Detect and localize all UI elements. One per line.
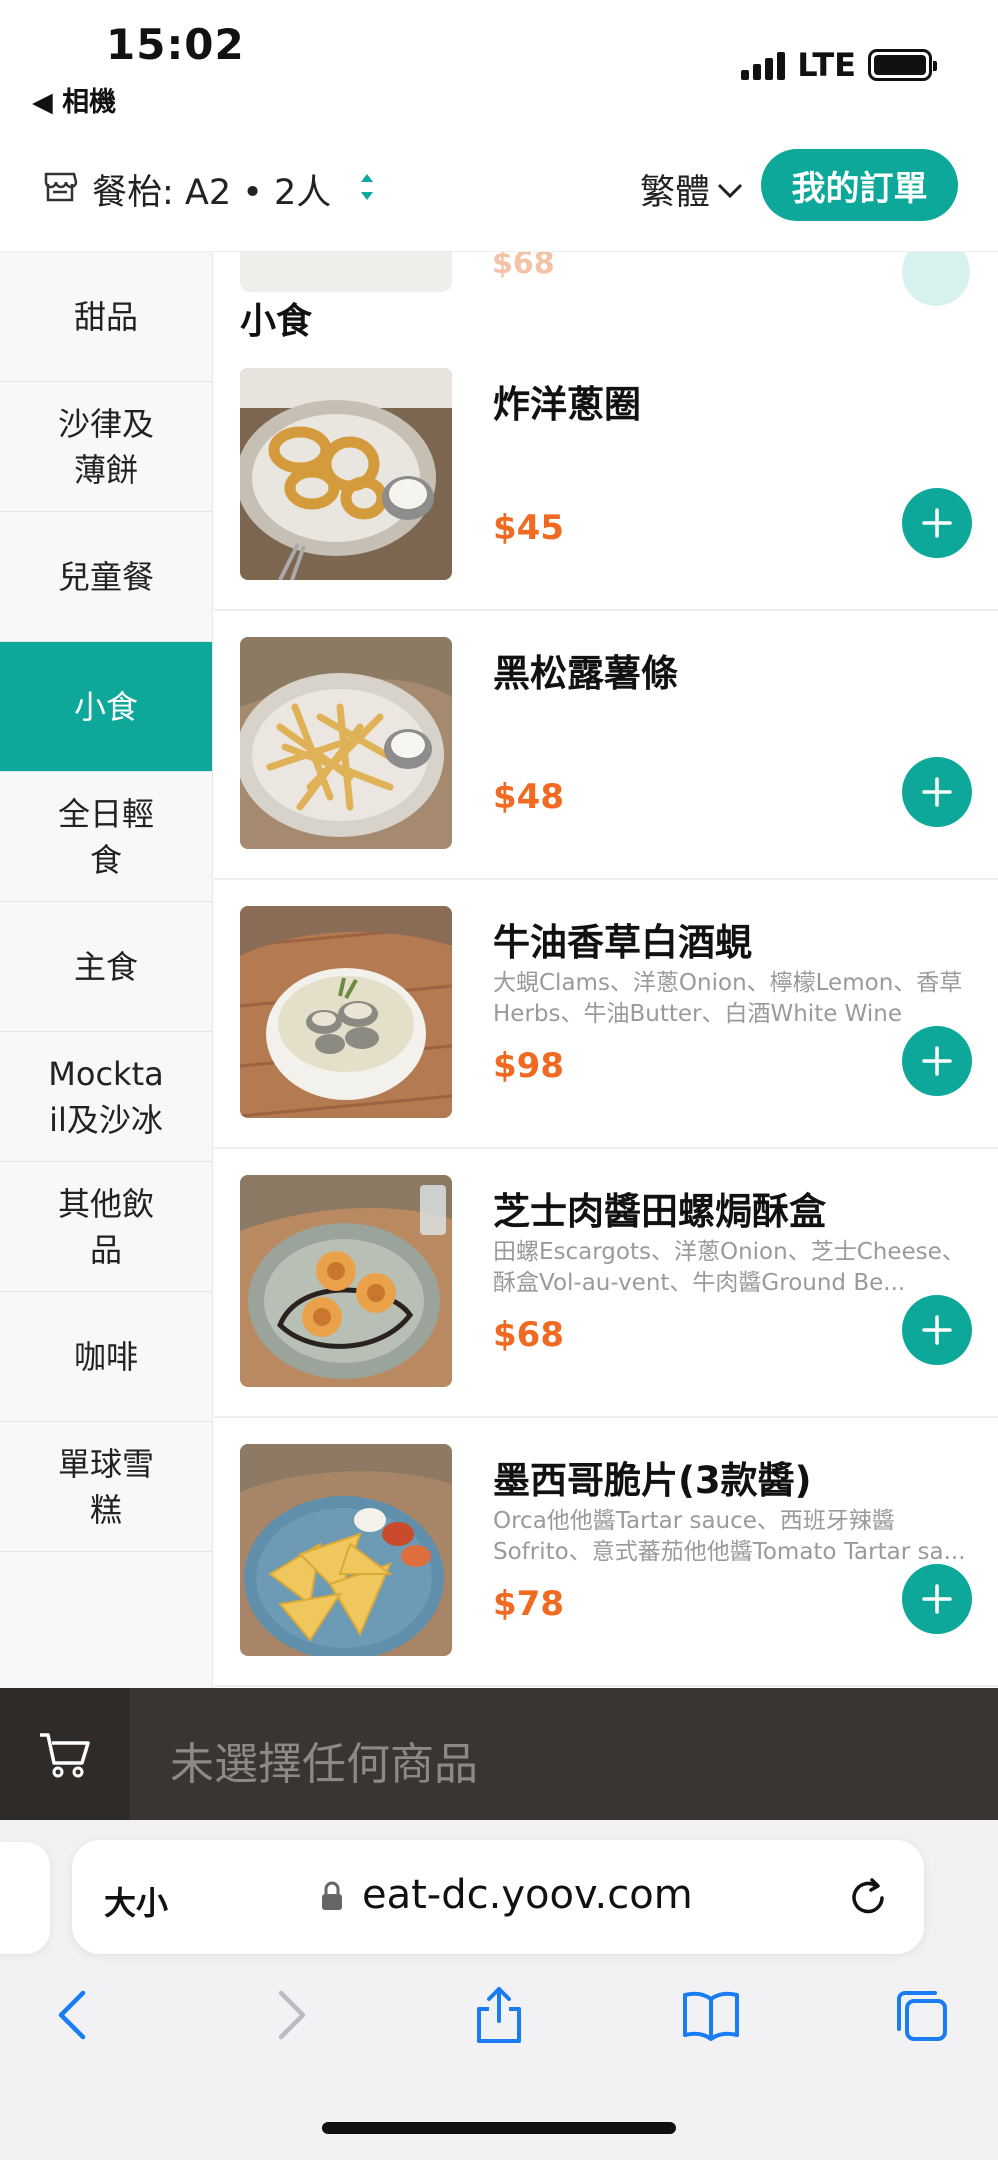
url-text[interactable]: eat-dc.yoov.com [362,1872,693,1918]
menu-item[interactable]: 墨西哥脆片(3款醬) Orca他他醬Tartar sauce、西班牙辣醬Sofr… [214,1418,998,1687]
language-select[interactable]: 繁體 [640,164,744,215]
language-label: 繁體 [640,173,711,213]
my-orders-button[interactable]: 我的訂單 [761,149,958,221]
section-title: 小食 [240,301,313,342]
menu-item-description [493,430,983,492]
category-item[interactable]: 主食 [0,902,212,1032]
category-item[interactable]: 全日輕 食 [0,772,212,902]
category-item[interactable]: 小食 [0,642,212,772]
menu-item-description: Orca他他醬Tartar sauce、西班牙辣醬Sofrito、意式蕃茄他他醬… [493,1508,966,1565]
sort-icon[interactable] [358,170,376,204]
forward-button[interactable] [254,1980,324,2050]
previous-item-add-button[interactable] [902,252,970,306]
home-indicator [322,2122,676,2134]
status-indicators: LTE [741,46,937,84]
category-item[interactable]: Mockta il及沙冰 [0,1032,212,1162]
category-label: 小食 [73,687,138,726]
menu-item-image[interactable] [240,1444,452,1656]
menu-item-price: $68 [493,1315,564,1355]
menu-item-name: 芝士肉醬田螺焗酥盒 [493,1190,826,1233]
back-icon [58,1990,86,2040]
network-label: LTE [797,46,856,84]
menu-item-description: 田螺Escargots、洋蔥Onion、芝士Cheese、酥盒Vol-au-ve… [493,1239,965,1296]
lock-icon [322,1881,342,1910]
category-item[interactable]: 沙律及 薄餅 [0,382,212,512]
add-to-cart-button[interactable] [902,488,972,558]
cart-empty-text: 未選擇任何商品 [170,1739,478,1790]
tabs-icon [897,1991,947,2041]
menu-item-image[interactable] [240,1175,452,1387]
cart-icon [40,1733,90,1778]
menu-item-name: 炸洋蔥圈 [493,383,641,426]
app-header: 餐枱: A2 • 2人 繁體 我的訂單 [0,128,998,252]
category-label: 兒童餐 [57,557,154,596]
menu-item[interactable]: 炸洋蔥圈 $45 [214,342,998,611]
previous-item-image [240,252,452,292]
category-label: 單球雪 糕 [57,1444,154,1529]
share-icon [477,1987,521,2043]
menu-content: $68 小食 炸洋蔥圈 $45 黑松露薯條 $48 牛油香草白酒蜆 大蜆Clam… [214,252,998,1688]
category-label: 全日輕 食 [57,794,154,879]
category-label: 咖啡 [73,1337,138,1376]
category-item[interactable]: 單球雪 糕 [0,1422,212,1552]
bookmarks-button[interactable] [676,1980,746,2050]
menu-item-name: 牛油香草白酒蜆 [493,921,752,964]
cart-bar[interactable]: 未選擇任何商品 [0,1688,998,1820]
status-bar: 15:02 ◀ 相機 LTE [0,0,998,128]
plus-icon [922,1046,952,1076]
back-button[interactable] [40,1980,110,2050]
menu-item-name: 黑松露薯條 [493,652,678,695]
menu-item-price: $98 [493,1046,564,1086]
reload-icon[interactable] [846,1874,890,1918]
menu-item[interactable]: 牛油香草白酒蜆 大蜆Clams、洋蔥Onion、檸檬Lemon、香草Herbs、… [214,880,998,1149]
add-to-cart-button[interactable] [902,1564,972,1634]
add-to-cart-button[interactable] [902,757,972,827]
category-sidebar: 甜品沙律及 薄餅兒童餐小食全日輕 食主食 Mockta il及沙冰 其他飲 品咖啡單… [0,252,213,1688]
menu-item[interactable]: 芝士肉醬田螺焗酥盒 田螺Escargots、洋蔥Onion、芝士Cheese、酥… [214,1149,998,1418]
menu-item-description: 大蜆Clams、洋蔥Onion、檸檬Lemon、香草Herbs、牛油Butter… [493,970,963,1027]
chevron-down-icon [717,183,743,198]
plus-icon [922,1584,952,1614]
previous-tab-peek[interactable] [0,1842,50,1954]
forward-icon [278,1990,306,2040]
menu-item-price: $48 [493,777,564,817]
back-to-camera-link[interactable]: ◀ 相機 [32,80,116,119]
cart-button[interactable] [0,1688,130,1820]
category-label: 其他飲 品 [57,1184,154,1269]
menu-item-description [493,699,983,761]
table-label[interactable]: 餐枱: A2 • 2人 [92,164,331,215]
category-label: 沙律及 薄餅 [57,404,154,489]
bookmarks-icon [683,1991,739,2041]
signal-icon [741,50,786,80]
category-item[interactable]: 甜品 [0,252,212,382]
menu-item-price: $45 [493,508,564,548]
status-time: 15:02 [106,20,245,69]
tabs-button[interactable] [886,1980,956,2050]
add-to-cart-button[interactable] [902,1295,972,1365]
category-item[interactable]: 其他飲 品 [0,1162,212,1292]
browser-toolbar: 大小 eat-dc.yoov.com [0,1820,998,2160]
menu-item-image[interactable] [240,906,452,1118]
menu-item-image[interactable] [240,368,452,580]
add-to-cart-button[interactable] [902,1026,972,1096]
battery-icon [868,49,937,81]
category-label: 甜品 [73,297,138,336]
plus-icon [922,508,952,538]
store-icon [44,172,78,202]
text-size-button[interactable]: 大小 [104,1878,168,1924]
previous-item-price: $68 [492,252,555,281]
category-label: 主食 [73,947,138,986]
menu-item[interactable]: 黑松露薯條 $48 [214,611,998,880]
share-button[interactable] [464,1980,534,2050]
address-bar[interactable]: 大小 eat-dc.yoov.com [72,1840,924,1954]
plus-icon [922,1315,952,1345]
category-label: Mockta il及沙冰 [48,1054,164,1139]
category-item[interactable]: 咖啡 [0,1292,212,1422]
menu-item-price: $78 [493,1584,564,1624]
plus-icon [922,777,952,807]
menu-item-image[interactable] [240,637,452,849]
menu-item-name: 墨西哥脆片(3款醬) [493,1459,812,1502]
category-item[interactable]: 兒童餐 [0,512,212,642]
